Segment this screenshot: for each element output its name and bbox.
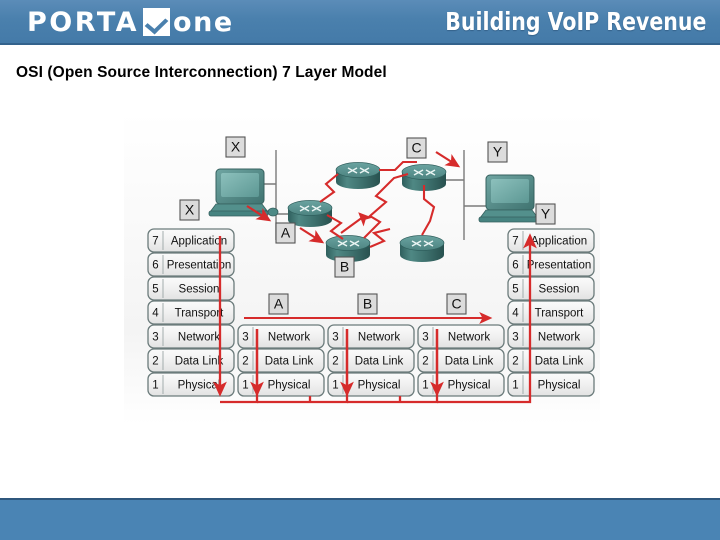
layer-num: 2 <box>242 356 248 368</box>
layer-box-y-1: 1 Physical <box>507 372 595 397</box>
stack-b: 3 Network 2 Data Link 1 Physical <box>327 324 415 397</box>
layer-num: 3 <box>152 332 158 344</box>
layer-name: Physical <box>448 380 491 392</box>
layer-box-b-1: 1 Physical <box>327 372 415 397</box>
layer-name: Data Link <box>355 356 404 368</box>
layer-name: Network <box>448 332 490 344</box>
layer-box-c-2: 2 Data Link <box>417 348 505 373</box>
layer-num: 5 <box>152 284 158 296</box>
page-footer <box>0 498 720 540</box>
label-box-b-topology: B <box>334 256 355 278</box>
label-box-x-stack: X <box>179 199 200 221</box>
layer-name: Physical <box>358 380 401 392</box>
osi-model-diagram: X Y A B C X Y 7 Application 6 Presentati… <box>124 112 600 424</box>
stack-label-x: X <box>185 202 195 218</box>
layer-box-a-1: 1 Physical <box>237 372 325 397</box>
label-box-y-stack: Y <box>535 203 556 225</box>
layer-name: Network <box>538 332 580 344</box>
stack-c: 3 Network 2 Data Link 1 Physical <box>417 324 505 397</box>
label-box-a-path: A <box>268 293 289 315</box>
check-mark-icon <box>143 8 171 36</box>
label-box-y-topology: Y <box>487 141 508 163</box>
layer-box-a-3: 3 Network <box>237 324 325 349</box>
layer-name: Application <box>171 236 227 248</box>
layer-box-a-2: 2 Data Link <box>237 348 325 373</box>
label-box-x-topology: X <box>225 136 246 158</box>
layer-box-y-2: 2 Data Link <box>507 348 595 373</box>
layer-num: 6 <box>152 260 158 272</box>
layer-name: Session <box>539 284 580 296</box>
layer-num: 2 <box>422 356 428 368</box>
layer-name: Data Link <box>535 356 584 368</box>
layer-name: Physical <box>538 380 581 392</box>
layer-box-y-7: 7 Application <box>507 228 595 253</box>
header-tagline: Building VoIP Revenue <box>444 7 706 36</box>
layer-name: Physical <box>268 380 311 392</box>
layer-box-b-3: 3 Network <box>327 324 415 349</box>
layer-box-c-1: 1 Physical <box>417 372 505 397</box>
layer-num: 3 <box>242 332 248 344</box>
topology-label-b: B <box>340 259 349 275</box>
layer-num: 1 <box>332 380 338 392</box>
layer-num: 4 <box>512 308 519 320</box>
layer-box-y-5: 5 Session <box>507 276 595 301</box>
label-box-c-path: C <box>446 293 467 315</box>
layer-box-y-6: 6 Presentation <box>507 252 595 277</box>
layer-num: 5 <box>512 284 518 296</box>
layer-name: Presentation <box>527 260 592 272</box>
topology-label-y: Y <box>493 144 503 160</box>
layer-name: Session <box>179 284 220 296</box>
logo-text-porta: PORTA <box>27 6 140 38</box>
layer-name: Presentation <box>167 260 232 272</box>
layer-box-y-4: 4 Transport <box>507 300 595 325</box>
layer-name: Network <box>268 332 310 344</box>
label-box-a-topology: A <box>275 222 296 244</box>
layer-box-y-3: 3 Network <box>507 324 595 349</box>
path-label-c: C <box>451 296 461 312</box>
page-header: PORTA one Building VoIP Revenue <box>0 0 720 45</box>
layer-num: 7 <box>512 236 518 248</box>
layer-num: 2 <box>332 356 338 368</box>
layer-box-b-2: 2 Data Link <box>327 348 415 373</box>
layer-name: Data Link <box>265 356 314 368</box>
layer-num: 1 <box>512 380 518 392</box>
portaone-logo: PORTA one <box>27 7 234 37</box>
layer-name: Application <box>531 236 587 248</box>
router-lower-right <box>399 235 445 262</box>
path-label-a: A <box>274 296 284 312</box>
layer-num: 1 <box>242 380 248 392</box>
layer-num: 2 <box>512 356 518 368</box>
layer-num: 3 <box>512 332 518 344</box>
logo-text-one: one <box>173 6 234 38</box>
layer-name: Data Link <box>175 356 224 368</box>
layer-num: 3 <box>422 332 428 344</box>
layer-num: 1 <box>152 380 158 392</box>
layer-box-c-3: 3 Network <box>417 324 505 349</box>
layer-num: 6 <box>512 260 518 272</box>
layer-num: 2 <box>152 356 158 368</box>
layer-name: Network <box>178 332 220 344</box>
label-box-c-topology: C <box>406 137 427 159</box>
layer-name: Transport <box>175 308 225 320</box>
layer-name: Network <box>358 332 400 344</box>
layer-num: 3 <box>332 332 338 344</box>
path-label-b: B <box>363 296 372 312</box>
page-title: OSI (Open Source Interconnection) 7 Laye… <box>16 64 387 81</box>
topology-label-x: X <box>231 139 241 155</box>
layer-num: 7 <box>152 236 158 248</box>
stack-y: 7 Application 6 Presentation 5 Session 4… <box>507 228 595 397</box>
stack-label-y: Y <box>541 206 551 222</box>
layer-num: 4 <box>152 308 159 320</box>
topology-label-a: A <box>281 225 291 241</box>
layer-name: Transport <box>535 308 585 320</box>
layer-name: Data Link <box>445 356 494 368</box>
label-box-b-path: B <box>357 293 378 315</box>
stack-a: 3 Network 2 Data Link 1 Physical <box>237 324 325 397</box>
layer-num: 1 <box>422 380 428 392</box>
router-top <box>335 162 381 189</box>
topology-label-c: C <box>411 140 421 156</box>
layer-name: Physical <box>178 380 221 392</box>
